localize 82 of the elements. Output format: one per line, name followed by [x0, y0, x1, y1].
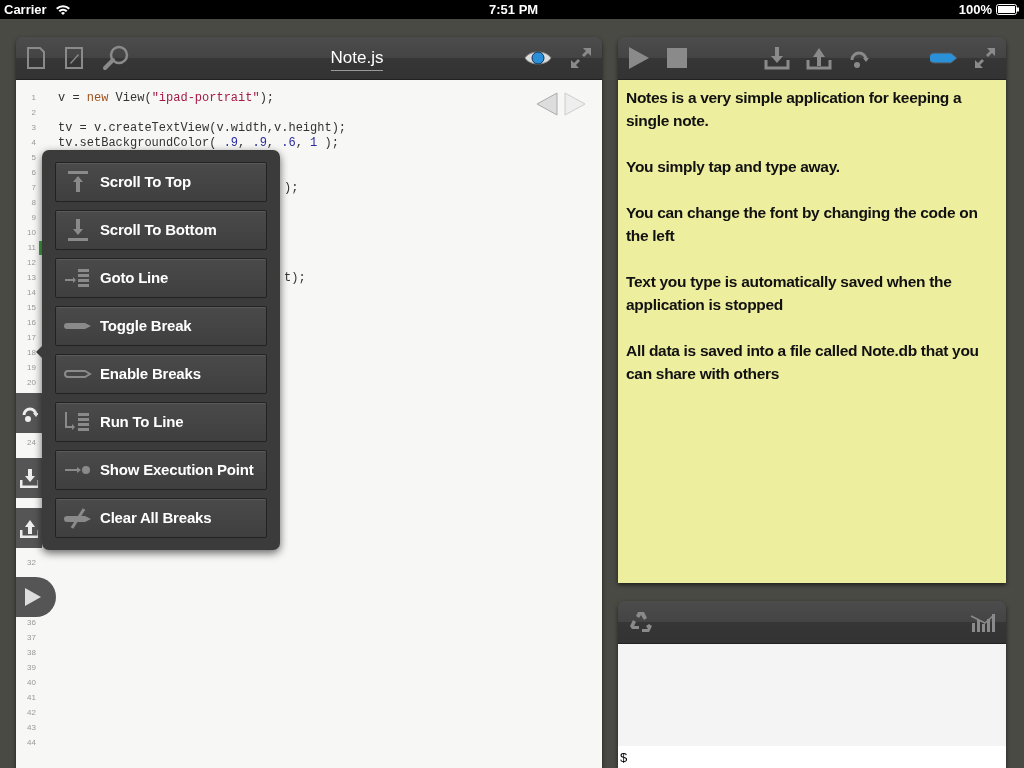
breakpoint-icon[interactable] — [930, 52, 958, 64]
line-number: 10 — [26, 226, 36, 239]
carrier-name: Carrier — [4, 0, 47, 19]
code-line: tv = v.createTextView(v.width,v.height); — [58, 119, 347, 137]
line-number: 39 — [26, 661, 36, 674]
note-paragraph: You simply tap and type away. — [626, 157, 841, 177]
line-number: 38 — [26, 646, 36, 659]
menu-item[interactable]: Scroll To Top — [55, 162, 267, 202]
menu-item[interactable]: Clear All Breaks — [55, 498, 267, 538]
download-icon[interactable] — [764, 46, 790, 70]
stop-icon[interactable] — [666, 47, 688, 69]
upload-icon[interactable] — [806, 46, 832, 70]
menu-item[interactable]: Show Execution Point — [55, 450, 267, 490]
clear-breaks-icon — [64, 506, 92, 530]
code-line: t); — [284, 269, 306, 287]
search-icon[interactable] — [102, 45, 130, 71]
breakpoint-icon — [64, 322, 92, 330]
line-number: 13 — [26, 271, 36, 284]
line-number: 12 — [26, 256, 36, 269]
line-number: 40 — [26, 676, 36, 689]
line-number: 15 — [26, 301, 36, 314]
breakpoint-outline-icon — [64, 370, 92, 378]
line-number: 20 — [26, 376, 36, 389]
line-number: 24 — [26, 436, 36, 449]
menu-item[interactable]: Toggle Break — [55, 306, 267, 346]
line-number: 1 — [30, 91, 36, 104]
line-number: 4 — [30, 136, 36, 149]
battery-percent: 100% — [958, 0, 992, 19]
run-to-line-icon — [64, 410, 92, 434]
recycle-icon[interactable] — [628, 610, 654, 634]
run-button[interactable] — [16, 577, 56, 617]
line-number: 19 — [26, 361, 36, 374]
line-number: 18 — [26, 346, 36, 359]
goto-line-icon — [64, 266, 92, 290]
clock: 7:51 PM — [489, 0, 539, 19]
command-field[interactable]: $ — [618, 746, 1006, 768]
line-number: 37 — [26, 631, 36, 644]
line-number: 41 — [26, 691, 36, 704]
menu-item[interactable]: Enable Breaks — [55, 354, 267, 394]
line-number: 14 — [26, 286, 36, 299]
battery-icon — [996, 4, 1020, 15]
line-number: 17 — [26, 331, 36, 344]
code-line: v = new View("ipad-portrait"); — [58, 89, 275, 107]
expand-icon[interactable] — [974, 47, 996, 69]
upload-button[interactable] — [16, 508, 42, 548]
upload-icon — [20, 518, 38, 538]
file-title: Note.js — [330, 49, 384, 71]
back-arrow-icon[interactable] — [535, 92, 559, 116]
play-icon — [24, 587, 42, 607]
expand-icon[interactable] — [570, 47, 592, 69]
menu-item[interactable]: Run To Line — [55, 402, 267, 442]
line-number: 2 — [30, 106, 36, 119]
chart-icon[interactable] — [970, 611, 996, 633]
line-number: 8 — [30, 196, 36, 209]
new-file-icon[interactable] — [26, 47, 46, 69]
note-paragraph: All data is saved into a file called Note.db that you can share with others — [626, 341, 980, 384]
note-paragraph: Text you type is automatically saved when the application is stopped — [626, 272, 953, 315]
code-line: tv.setBackgroundColor( .9, .9, .6, 1 ); — [58, 134, 339, 152]
play-icon[interactable] — [628, 46, 650, 70]
line-number: 3 — [30, 121, 36, 134]
line-number: 5 — [30, 151, 36, 164]
wifi-icon — [54, 3, 71, 16]
line-number: 36 — [26, 616, 36, 629]
line-number: 42 — [26, 706, 36, 719]
edit-file-icon[interactable] — [64, 47, 84, 69]
code-line: ); — [284, 179, 299, 197]
download-button[interactable] — [16, 458, 42, 498]
line-number: 6 — [30, 166, 36, 179]
menu-item[interactable]: Goto Line — [55, 258, 267, 298]
line-number: 44 — [26, 736, 36, 749]
line-number: 9 — [30, 211, 36, 224]
line-number: 11 — [26, 241, 36, 254]
download-icon — [20, 468, 38, 488]
line-number: 43 — [26, 721, 36, 734]
note-paragraph: You can change the font by changing the code on the left — [626, 203, 979, 246]
step-button[interactable] — [16, 393, 42, 433]
line-number: 32 — [26, 556, 36, 569]
menu-item[interactable]: Scroll To Bottom — [55, 210, 267, 250]
note-paragraph: Notes is a very simple application for keeping a single note. — [626, 88, 963, 131]
eye-icon[interactable] — [524, 49, 552, 67]
line-number: 16 — [26, 316, 36, 329]
line-number: 7 — [30, 181, 36, 194]
